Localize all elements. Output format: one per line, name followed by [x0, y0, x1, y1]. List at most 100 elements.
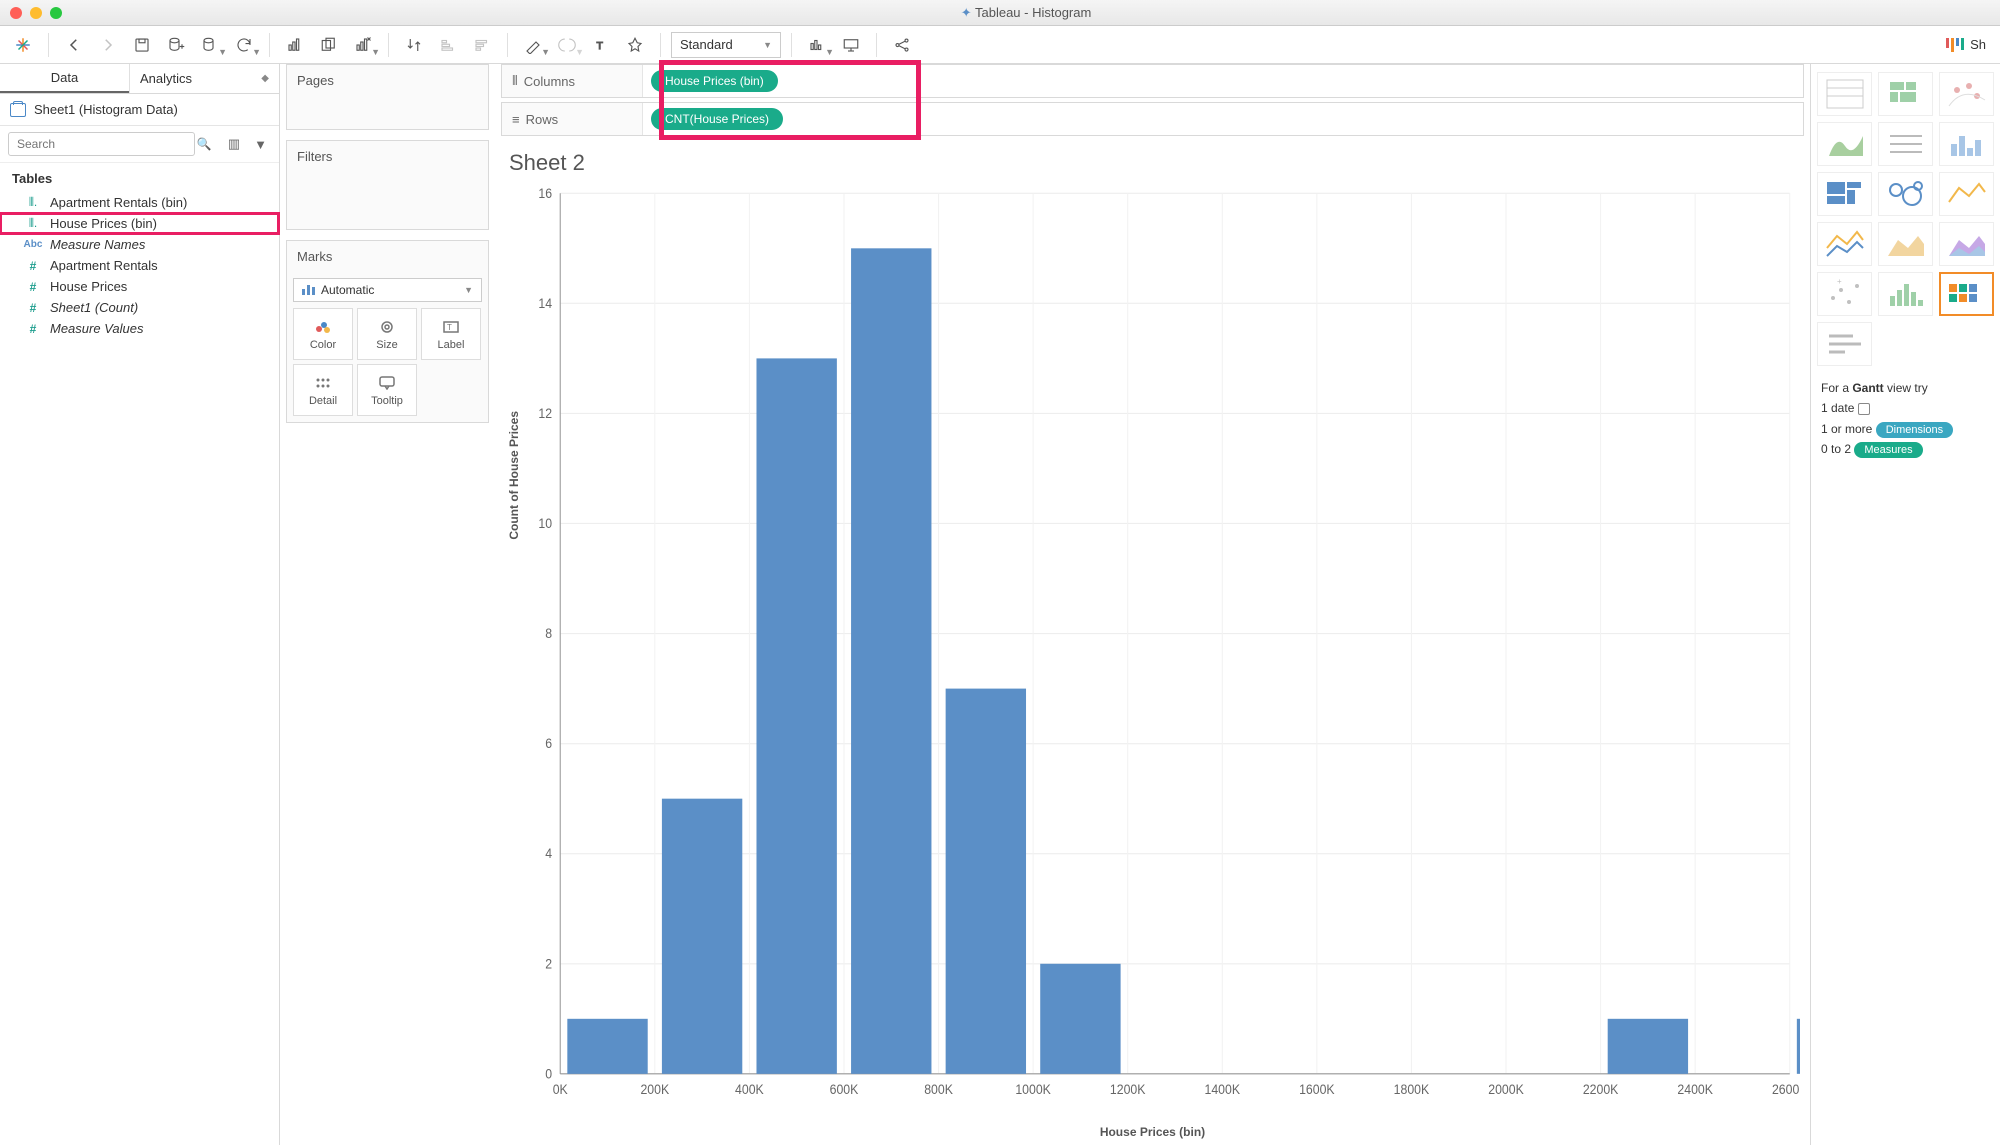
x-axis-label: House Prices (bin)	[495, 1119, 1810, 1145]
close-window-icon[interactable]	[10, 7, 22, 19]
mark-tooltip-button[interactable]: Tooltip	[357, 364, 417, 416]
show-me-thumb[interactable]	[1939, 272, 1994, 316]
tableau-logo-icon: ✦	[961, 5, 972, 20]
svg-text:2: 2	[545, 956, 552, 972]
mark-detail-button[interactable]: Detail	[293, 364, 353, 416]
tableau-logo-button[interactable]	[8, 31, 38, 59]
pages-shelf[interactable]: Pages	[286, 64, 489, 130]
bar-mark-icon	[302, 285, 315, 295]
clear-sheet-button[interactable]: ▼	[348, 31, 378, 59]
show-me-thumb[interactable]	[1817, 122, 1872, 166]
show-me-thumb[interactable]	[1817, 172, 1872, 216]
cards-column: Pages Filters Marks Automatic ▼ ColorSiz…	[280, 64, 495, 1145]
data-pane: Data Analytics◆ Sheet1 (Histogram Data) …	[0, 64, 280, 1145]
columns-shelf[interactable]: ⦀Columns House Prices (bin)	[501, 64, 1804, 98]
duplicate-sheet-button[interactable]	[314, 31, 344, 59]
window-controls[interactable]	[10, 7, 62, 19]
autoupdate-button[interactable]: ▼	[229, 31, 259, 59]
tab-data[interactable]: Data	[0, 64, 129, 93]
search-input[interactable]	[8, 132, 195, 156]
rows-shelf[interactable]: ≡Rows CNT(House Prices)	[501, 102, 1804, 136]
marks-card: Marks Automatic ▼ ColorSizeTLabelDetailT…	[286, 240, 489, 423]
minimize-window-icon[interactable]	[30, 7, 42, 19]
sheet-title[interactable]: Sheet 2	[495, 136, 1810, 182]
svg-text:+: +	[1837, 277, 1842, 286]
view-area: ⦀Columns House Prices (bin) ≡Rows CNT(Ho…	[495, 64, 1810, 1145]
filters-shelf[interactable]: Filters	[286, 140, 489, 230]
field-item[interactable]: ⫴.Apartment Rentals (bin)	[0, 192, 279, 213]
show-me-hint: For a Gantt view try 1 date 1 or more Di…	[1817, 366, 1994, 464]
show-hide-cards-button[interactable]: ▼	[802, 31, 832, 59]
svg-text:1200K: 1200K	[1110, 1082, 1146, 1098]
field-item[interactable]: #House Prices	[0, 276, 279, 297]
field-item[interactable]: AbcMeasure Names	[0, 234, 279, 255]
chart[interactable]: Count of House Prices 02468101214160K200…	[509, 182, 1800, 1119]
pin-button[interactable]	[620, 31, 650, 59]
presentation-mode-button[interactable]	[836, 31, 866, 59]
share-button[interactable]	[887, 31, 917, 59]
show-me-thumb[interactable]	[1878, 172, 1933, 216]
window-title: ✦ Tableau - Histogram	[62, 5, 1990, 21]
view-toggle-icon[interactable]: ▥	[224, 134, 244, 154]
show-me-thumb[interactable]	[1939, 222, 1994, 266]
mark-size-button[interactable]: Size	[357, 308, 417, 360]
forward-button[interactable]	[93, 31, 123, 59]
show-me-thumb[interactable]	[1817, 322, 1872, 366]
refresh-datasource-button[interactable]: ▼	[195, 31, 225, 59]
show-me-thumb[interactable]	[1878, 122, 1933, 166]
marks-type-dropdown[interactable]: Automatic ▼	[293, 278, 482, 302]
mark-color-button[interactable]: Color	[293, 308, 353, 360]
back-button[interactable]	[59, 31, 89, 59]
rows-icon: ≡	[512, 112, 520, 127]
svg-text:400K: 400K	[735, 1082, 764, 1098]
show-me-toggle[interactable]: Sh	[1938, 33, 1994, 56]
show-me-thumb[interactable]	[1878, 72, 1933, 116]
rows-pill[interactable]: CNT(House Prices)	[651, 108, 783, 130]
zoom-window-icon[interactable]	[50, 7, 62, 19]
field-item[interactable]: #Apartment Rentals	[0, 255, 279, 276]
svg-text:T: T	[447, 323, 452, 332]
data-pane-menu-icon[interactable]: ▼	[250, 135, 271, 154]
svg-text:4: 4	[545, 846, 552, 862]
show-labels-button[interactable]: T	[586, 31, 616, 59]
svg-text:12: 12	[538, 405, 552, 421]
svg-text:8: 8	[545, 626, 552, 642]
show-me-thumb[interactable]	[1817, 72, 1872, 116]
new-worksheet-button[interactable]	[280, 31, 310, 59]
swap-axes-button[interactable]	[399, 31, 429, 59]
datasource-icon	[10, 103, 26, 117]
group-button[interactable]: ▼	[552, 31, 582, 59]
svg-text:200K: 200K	[640, 1082, 669, 1098]
svg-text:14: 14	[538, 295, 552, 311]
show-me-thumb[interactable]	[1878, 272, 1933, 316]
field-item[interactable]: ⫴.House Prices (bin)	[0, 213, 279, 234]
show-me-thumb[interactable]	[1939, 122, 1994, 166]
svg-text:1800K: 1800K	[1394, 1082, 1430, 1098]
show-me-thumb[interactable]	[1939, 72, 1994, 116]
show-me-thumb[interactable]	[1939, 172, 1994, 216]
mark-label-button[interactable]: TLabel	[421, 308, 481, 360]
save-button[interactable]	[127, 31, 157, 59]
tab-analytics[interactable]: Analytics◆	[129, 64, 279, 93]
svg-text:600K: 600K	[830, 1082, 859, 1098]
highlight-button[interactable]: ▼	[518, 31, 548, 59]
field-item[interactable]: #Sheet1 (Count)	[0, 297, 279, 318]
columns-icon: ⦀	[512, 73, 518, 89]
show-me-thumb[interactable]	[1817, 222, 1872, 266]
field-item[interactable]: #Measure Values	[0, 318, 279, 339]
sort-asc-button[interactable]	[433, 31, 463, 59]
datasource-item[interactable]: Sheet1 (Histogram Data)	[0, 94, 279, 126]
svg-text:2600K: 2600K	[1772, 1082, 1800, 1098]
svg-text:0: 0	[545, 1066, 552, 1082]
show-me-panel: + For a Gantt view try 1 date 1 or more …	[1810, 64, 2000, 1145]
svg-text:2200K: 2200K	[1583, 1082, 1619, 1098]
window-titlebar: ✦ Tableau - Histogram	[0, 0, 2000, 26]
svg-text:1600K: 1600K	[1299, 1082, 1335, 1098]
show-me-thumb[interactable]	[1878, 222, 1933, 266]
svg-text:800K: 800K	[924, 1082, 953, 1098]
columns-pill[interactable]: House Prices (bin)	[651, 70, 778, 92]
sort-desc-button[interactable]	[467, 31, 497, 59]
new-datasource-button[interactable]	[161, 31, 191, 59]
show-me-thumb[interactable]: +	[1817, 272, 1872, 316]
fit-dropdown[interactable]: Standard▼	[671, 32, 781, 58]
